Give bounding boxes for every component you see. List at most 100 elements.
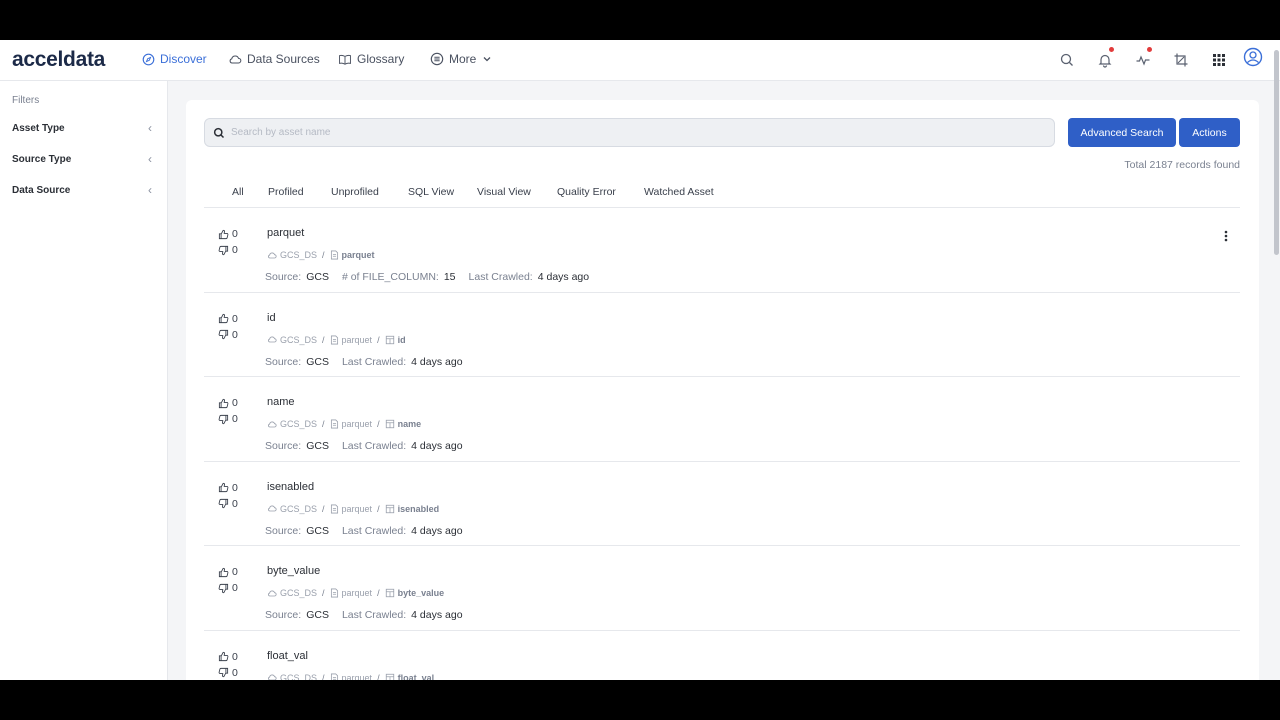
meta-key: Last Crawled: [341, 609, 407, 621]
breadcrumb-segment[interactable]: GCS_DS [267, 673, 317, 680]
breadcrumb-label: GCS_DS [280, 588, 318, 598]
asset-row[interactable]: 0 0 parquet GCS_DS / parquet Source: GCS # of FI… [204, 208, 1240, 293]
actions-button[interactable]: Actions [1179, 118, 1240, 147]
breadcrumb-segment[interactable]: parquet [330, 419, 373, 429]
file-icon [330, 588, 338, 598]
asset-name[interactable]: float_val [267, 650, 308, 662]
asset-row[interactable]: 0 0 isenabled GCS_DS / parquet / isenabled Sourc… [204, 462, 1240, 546]
filter-data-source[interactable]: Data Source ‹ [12, 182, 152, 198]
downvote-button[interactable]: 0 [218, 327, 238, 343]
filter-asset-type[interactable]: Asset Type ‹ [12, 120, 152, 136]
asset-name[interactable]: id [267, 312, 276, 324]
breadcrumb-segment[interactable]: id [385, 335, 406, 345]
cloud-icon [268, 336, 277, 343]
breadcrumb-label: parquet [341, 419, 373, 429]
nav-more[interactable]: More [430, 52, 497, 66]
asset-row[interactable]: 0 0 id GCS_DS / parquet / id Source: GCS Last Craw… [204, 293, 1240, 377]
breadcrumb-segment[interactable]: parquet [330, 334, 373, 345]
upvote-button[interactable]: 0 [218, 564, 238, 580]
breadcrumb-segment[interactable]: parquet [330, 588, 372, 598]
chevron-left-icon: ‹ [148, 121, 152, 135]
chevron-down-icon [483, 57, 491, 62]
nav-data-sources[interactable]: Data Sources [228, 52, 320, 66]
breadcrumb-separator: / [377, 672, 380, 681]
upvote-count: 0 [232, 566, 238, 578]
tab-unprofiled[interactable]: Unprofiled [331, 186, 379, 198]
scrollbar-thumb[interactable] [1274, 50, 1279, 255]
breadcrumb-segment[interactable]: parquet [330, 672, 373, 681]
tab-profiled[interactable]: Profiled [268, 186, 304, 198]
asset-name[interactable]: parquet [267, 227, 304, 239]
downvote-button[interactable]: 0 [218, 665, 238, 681]
tab-quality-error[interactable]: Quality Error [557, 186, 616, 198]
breadcrumb-segment[interactable]: GCS_DS [267, 250, 317, 260]
tab-visual-view[interactable]: Visual View [477, 186, 531, 198]
breadcrumb-separator: / [322, 419, 325, 429]
filter-source-type[interactable]: Source Type ‹ [12, 151, 152, 167]
breadcrumb-segment[interactable]: GCS_DS [267, 419, 317, 429]
asset-breadcrumb: GCS_DS / parquet / byte_value [267, 588, 444, 598]
acceldata-logo[interactable]: acceldata [12, 48, 105, 72]
downvote-button[interactable]: 0 [218, 580, 238, 596]
file-icon [330, 335, 338, 344]
apps-grid-icon[interactable] [1211, 52, 1227, 68]
user-icon[interactable] [1243, 47, 1263, 67]
downvote-count: 0 [232, 413, 238, 425]
downvote-button[interactable]: 0 [218, 411, 238, 427]
asset-row[interactable]: 0 0 byte_value GCS_DS / parquet / byte_value Sou… [204, 546, 1240, 631]
meta-key: Source: [265, 271, 302, 283]
upvote-button[interactable]: 0 [218, 649, 238, 665]
tab-sql-view[interactable]: SQL View [408, 186, 454, 198]
search-input[interactable] [231, 127, 1031, 138]
asset-row[interactable]: 0 0 name GCS_DS / parquet / name Source: GCS Last … [204, 377, 1240, 462]
asset-row[interactable]: 0 0 float_val GCS_DS / parquet / float_val [204, 631, 1240, 681]
downvote-count: 0 [232, 666, 238, 679]
page-scrollbar[interactable] [1274, 40, 1280, 680]
breadcrumb-segment[interactable]: GCS_DS [267, 504, 317, 514]
search-bar[interactable] [204, 118, 1055, 147]
activity-icon[interactable] [1135, 52, 1151, 68]
breadcrumb-segment[interactable]: parquet [330, 504, 372, 514]
breadcrumb-segment[interactable]: isenabled [385, 504, 439, 514]
asset-name[interactable]: byte_value [267, 565, 320, 577]
crop-icon[interactable] [1173, 52, 1189, 68]
meta-key: Last Crawled: [468, 271, 533, 283]
breadcrumb-segment[interactable]: GCS_DS [267, 335, 317, 345]
breadcrumb-segment[interactable]: byte_value [385, 588, 444, 598]
upvote-count: 0 [232, 650, 238, 663]
asset-name[interactable]: isenabled [267, 481, 314, 493]
tab-all[interactable]: All [232, 186, 244, 198]
upvote-button[interactable]: 0 [218, 480, 238, 496]
bell-icon[interactable] [1097, 52, 1113, 68]
search-icon[interactable] [1059, 52, 1075, 68]
asset-name[interactable]: name [267, 396, 295, 408]
tab-watched-asset[interactable]: Watched Asset [644, 186, 714, 198]
column-icon [385, 588, 394, 598]
asset-metadata: Source: GCS # of FILE_COLUMN: 15 Last Crawle… [265, 271, 602, 283]
breadcrumb-label: parquet [341, 334, 373, 345]
breadcrumb-segment[interactable]: name [385, 419, 421, 429]
upvote-button[interactable]: 0 [218, 395, 238, 411]
upvote-button[interactable]: 0 [218, 311, 238, 327]
breadcrumb-label: parquet [341, 250, 375, 260]
upvote-button[interactable]: 0 [218, 226, 238, 242]
breadcrumb-label: parquet [341, 672, 373, 681]
vote-group: 00 [218, 395, 238, 427]
nav-discover[interactable]: Discover [142, 52, 207, 66]
nav-glossary[interactable]: Glossary [338, 52, 404, 66]
meta-value: GCS [306, 609, 329, 621]
breadcrumb-segment[interactable]: float_val [385, 672, 435, 681]
downvote-button[interactable]: 0 [218, 242, 238, 258]
breadcrumb-separator: / [377, 588, 380, 598]
cloud-icon [268, 421, 277, 427]
app-window: acceldata Discover Data Sources Glossary… [0, 40, 1280, 680]
advanced-search-button[interactable]: Advanced Search [1068, 118, 1176, 147]
downvote-button[interactable]: 0 [218, 496, 238, 512]
more-vertical-icon[interactable] [1224, 230, 1228, 242]
breadcrumb-segment[interactable]: GCS_DS [267, 588, 317, 598]
breadcrumb-label: float_val [397, 672, 435, 681]
breadcrumb-segment[interactable]: parquet [330, 250, 375, 260]
thumbs-down-icon [218, 329, 229, 340]
breadcrumb-separator: / [377, 334, 380, 345]
asset-breadcrumb: GCS_DS / parquet / name [267, 419, 421, 429]
